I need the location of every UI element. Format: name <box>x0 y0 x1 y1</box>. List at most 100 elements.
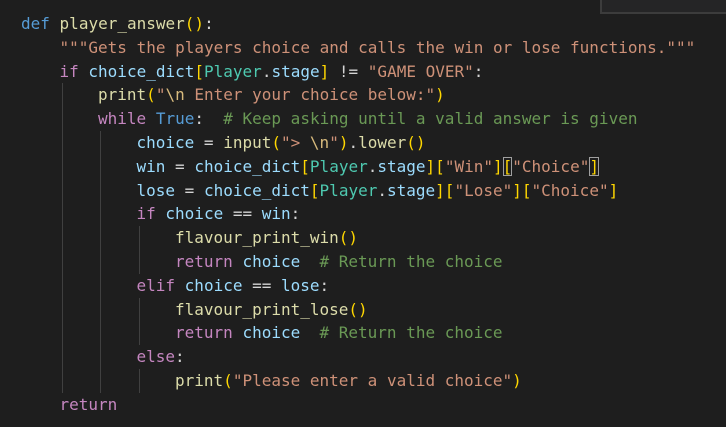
indent-guide <box>100 321 101 346</box>
code-token: stage <box>271 61 320 81</box>
indent-guide <box>100 369 101 393</box>
code-token: ) <box>512 371 522 390</box>
indent-guide <box>61 131 63 155</box>
code-line[interactable]: return choice # Return the choice <box>175 250 503 274</box>
code-token: input <box>223 133 272 152</box>
code-token: == <box>223 204 262 224</box>
indent-guide <box>100 297 101 322</box>
code-line[interactable]: return <box>60 393 118 417</box>
indent-guide <box>100 345 101 369</box>
code-token: ] <box>319 61 330 81</box>
code-line[interactable]: choice = input("> \n").lower() <box>137 131 426 155</box>
code-token: == <box>242 275 281 295</box>
code-token: print <box>98 85 147 105</box>
code-line[interactable]: else: <box>137 345 185 369</box>
indent-guide <box>100 131 101 155</box>
code-line[interactable]: return choice # Return the choice <box>175 321 503 345</box>
code-token: != <box>329 61 368 81</box>
code-token: Player <box>204 61 262 81</box>
code-token: print <box>175 371 224 390</box>
code-token: choice_dict <box>203 180 310 200</box>
code-line[interactable]: print("\n Enter your choice below:") <box>98 83 445 107</box>
code-token: ) <box>358 299 368 319</box>
code-token: [ <box>502 156 513 176</box>
code-token: while <box>98 109 147 129</box>
code-token: choice <box>242 323 301 343</box>
indent-guide <box>100 202 101 227</box>
code-line[interactable]: if choice == win: <box>137 202 301 226</box>
code-token: choice <box>136 133 195 152</box>
code-token: [ <box>444 180 455 200</box>
code-token: . <box>377 180 387 200</box>
code-token: choice <box>242 252 301 271</box>
code-token: player_answer <box>59 14 185 33</box>
code-line[interactable]: print("Please enter a valid choice") <box>175 369 522 393</box>
code-token: [ <box>435 156 445 176</box>
code-token: ( <box>348 299 359 319</box>
indent-guide <box>100 273 101 298</box>
indent-guide <box>61 369 63 393</box>
indent-guide <box>61 83 63 108</box>
code-token: Player <box>309 156 368 176</box>
code-token: stage <box>386 180 436 200</box>
code-line[interactable]: flavour_print_lose() <box>175 298 368 322</box>
code-token: """Gets the players choice and calls the… <box>59 37 696 57</box>
code-line[interactable]: """Gets the players choice and calls the… <box>60 36 696 60</box>
code-token: : <box>290 204 301 224</box>
indent-guide <box>61 250 63 274</box>
code-token: \n <box>309 133 330 152</box>
code-token: choice <box>165 204 224 224</box>
code-token: return <box>59 394 118 414</box>
code-token: choice_dict <box>88 61 195 81</box>
code-token: "Win" <box>444 156 493 176</box>
indent-guide <box>61 226 63 250</box>
code-token: elif <box>136 275 176 295</box>
code-token: : <box>473 61 484 81</box>
code-token: ) <box>415 133 426 152</box>
indent-guide <box>138 226 140 250</box>
code-token: . <box>367 156 378 176</box>
code-token: "Please enter a valid choice" <box>232 371 513 390</box>
indent-guide <box>138 250 140 274</box>
code-line[interactable]: if choice_dict[Player.stage] != "GAME OV… <box>60 60 484 84</box>
code-token: "Choice" <box>512 156 590 176</box>
indent-guide <box>138 321 140 346</box>
code-token: = <box>175 180 204 200</box>
code-token: Enter your choice below:" <box>184 85 436 105</box>
code-line[interactable]: elif choice == lose: <box>137 274 330 298</box>
indent-guide <box>61 345 63 369</box>
code-token: "Choice" <box>531 180 609 200</box>
code-line[interactable]: def player_answer(): <box>21 12 214 36</box>
indent-guide <box>100 178 101 203</box>
code-token: ) <box>194 14 205 33</box>
code-token: ] <box>608 180 619 200</box>
code-token: Player <box>319 180 378 200</box>
code-token: # Return the choice <box>319 252 503 271</box>
code-token: "> <box>281 133 310 152</box>
code-token: ] <box>435 180 445 200</box>
code-token: flavour_print_win <box>175 228 339 248</box>
code-line[interactable]: flavour_print_win() <box>175 226 358 250</box>
code-token: : <box>175 347 185 367</box>
code-token: . <box>348 133 359 152</box>
editor-overlay-panel <box>600 0 726 14</box>
code-token: "GAME OVER" <box>367 61 474 81</box>
indent-guide <box>61 154 63 179</box>
code-editor[interactable]: def player_answer(): """Gets the players … <box>0 0 726 427</box>
code-line[interactable]: while True: # Keep asking until a valid … <box>98 107 637 131</box>
indent-guide <box>138 297 140 322</box>
code-line[interactable]: lose = choice_dict[Player.stage]["Lose"]… <box>137 179 619 203</box>
code-line[interactable]: win = choice_dict[Player.stage]["Win"]["… <box>137 155 599 179</box>
code-token: ( <box>406 133 416 152</box>
code-token: ) <box>348 228 359 248</box>
code-token: [ <box>521 180 532 200</box>
code-token: lose <box>136 180 176 200</box>
indent-guide <box>61 321 63 346</box>
code-token: ] <box>512 180 522 200</box>
